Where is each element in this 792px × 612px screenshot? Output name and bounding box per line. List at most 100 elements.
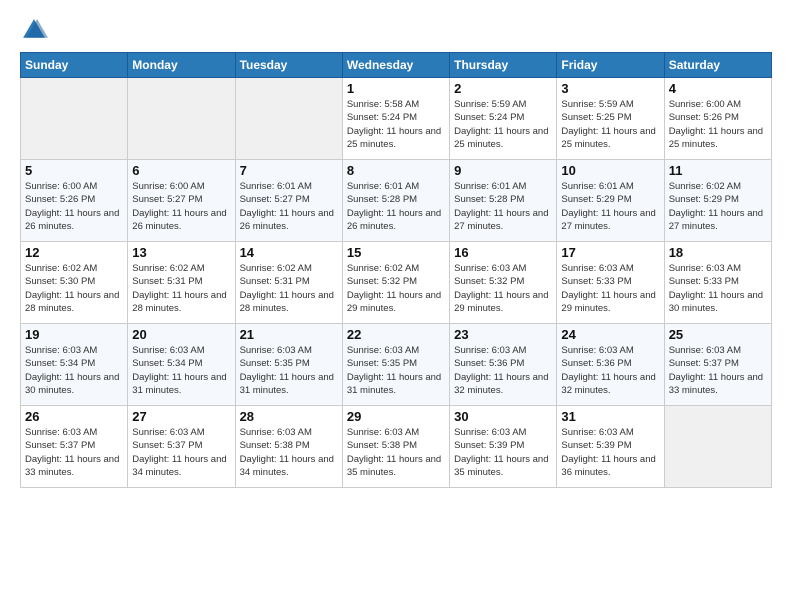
day-number: 6 bbox=[132, 163, 230, 178]
day-number: 15 bbox=[347, 245, 445, 260]
week-row-3: 12 Sunrise: 6:02 AM Sunset: 5:30 PM Dayli… bbox=[21, 242, 772, 324]
day-number: 26 bbox=[25, 409, 123, 424]
day-info: Sunrise: 6:03 AM Sunset: 5:36 PM Dayligh… bbox=[454, 344, 552, 397]
weekday-thursday: Thursday bbox=[450, 53, 557, 78]
day-info: Sunrise: 6:01 AM Sunset: 5:29 PM Dayligh… bbox=[561, 180, 659, 233]
day-number: 9 bbox=[454, 163, 552, 178]
page: SundayMondayTuesdayWednesdayThursdayFrid… bbox=[0, 0, 792, 612]
day-number: 25 bbox=[669, 327, 767, 342]
day-info: Sunrise: 6:02 AM Sunset: 5:32 PM Dayligh… bbox=[347, 262, 445, 315]
calendar-cell bbox=[664, 406, 771, 488]
day-number: 23 bbox=[454, 327, 552, 342]
weekday-header-row: SundayMondayTuesdayWednesdayThursdayFrid… bbox=[21, 53, 772, 78]
day-info: Sunrise: 6:00 AM Sunset: 5:26 PM Dayligh… bbox=[25, 180, 123, 233]
logo-icon bbox=[20, 16, 48, 44]
calendar-cell: 29Sunrise: 6:03 AM Sunset: 5:38 PM Dayli… bbox=[342, 406, 449, 488]
week-row-4: 19Sunrise: 6:03 AM Sunset: 5:34 PM Dayli… bbox=[21, 324, 772, 406]
day-info: Sunrise: 6:03 AM Sunset: 5:39 PM Dayligh… bbox=[561, 426, 659, 479]
day-info: Sunrise: 6:03 AM Sunset: 5:33 PM Dayligh… bbox=[561, 262, 659, 315]
calendar-cell: 6 Sunrise: 6:00 AM Sunset: 5:27 PM Daylig… bbox=[128, 160, 235, 242]
day-number: 7 bbox=[240, 163, 338, 178]
day-info: Sunrise: 6:03 AM Sunset: 5:34 PM Dayligh… bbox=[25, 344, 123, 397]
day-info: Sunrise: 6:03 AM Sunset: 5:37 PM Dayligh… bbox=[132, 426, 230, 479]
day-number: 30 bbox=[454, 409, 552, 424]
day-number: 4 bbox=[669, 81, 767, 96]
day-number: 21 bbox=[240, 327, 338, 342]
day-info: Sunrise: 6:03 AM Sunset: 5:32 PM Dayligh… bbox=[454, 262, 552, 315]
day-info: Sunrise: 6:01 AM Sunset: 5:28 PM Dayligh… bbox=[454, 180, 552, 233]
calendar-cell: 16 Sunrise: 6:03 AM Sunset: 5:32 PM Dayli… bbox=[450, 242, 557, 324]
calendar-cell: 13 Sunrise: 6:02 AM Sunset: 5:31 PM Dayli… bbox=[128, 242, 235, 324]
day-number: 5 bbox=[25, 163, 123, 178]
calendar-cell: 22 Sunrise: 6:03 AM Sunset: 5:35 PM Dayli… bbox=[342, 324, 449, 406]
day-info: Sunrise: 6:03 AM Sunset: 5:39 PM Dayligh… bbox=[454, 426, 552, 479]
weekday-wednesday: Wednesday bbox=[342, 53, 449, 78]
day-info: Sunrise: 6:03 AM Sunset: 5:35 PM Dayligh… bbox=[347, 344, 445, 397]
calendar-cell: 25 Sunrise: 6:03 AM Sunset: 5:37 PM Dayli… bbox=[664, 324, 771, 406]
calendar-cell: 7 Sunrise: 6:01 AM Sunset: 5:27 PM Daylig… bbox=[235, 160, 342, 242]
day-number: 14 bbox=[240, 245, 338, 260]
calendar-cell bbox=[128, 78, 235, 160]
calendar-cell: 3 Sunrise: 5:59 AM Sunset: 5:25 PM Daylig… bbox=[557, 78, 664, 160]
weekday-saturday: Saturday bbox=[664, 53, 771, 78]
day-number: 31 bbox=[561, 409, 659, 424]
calendar-cell: 9 Sunrise: 6:01 AM Sunset: 5:28 PM Daylig… bbox=[450, 160, 557, 242]
calendar-cell: 17Sunrise: 6:03 AM Sunset: 5:33 PM Dayli… bbox=[557, 242, 664, 324]
day-number: 13 bbox=[132, 245, 230, 260]
calendar-cell: 23 Sunrise: 6:03 AM Sunset: 5:36 PM Dayli… bbox=[450, 324, 557, 406]
day-info: Sunrise: 6:03 AM Sunset: 5:37 PM Dayligh… bbox=[669, 344, 767, 397]
calendar-cell: 14 Sunrise: 6:02 AM Sunset: 5:31 PM Dayli… bbox=[235, 242, 342, 324]
day-number: 12 bbox=[25, 245, 123, 260]
header bbox=[20, 16, 772, 44]
calendar-cell: 18 Sunrise: 6:03 AM Sunset: 5:33 PM Dayli… bbox=[664, 242, 771, 324]
calendar-cell: 10Sunrise: 6:01 AM Sunset: 5:29 PM Dayli… bbox=[557, 160, 664, 242]
day-info: Sunrise: 6:02 AM Sunset: 5:31 PM Dayligh… bbox=[132, 262, 230, 315]
day-info: Sunrise: 6:03 AM Sunset: 5:38 PM Dayligh… bbox=[240, 426, 338, 479]
calendar-cell: 21Sunrise: 6:03 AM Sunset: 5:35 PM Dayli… bbox=[235, 324, 342, 406]
day-number: 1 bbox=[347, 81, 445, 96]
day-number: 8 bbox=[347, 163, 445, 178]
day-info: Sunrise: 6:03 AM Sunset: 5:37 PM Dayligh… bbox=[25, 426, 123, 479]
weekday-tuesday: Tuesday bbox=[235, 53, 342, 78]
weekday-monday: Monday bbox=[128, 53, 235, 78]
day-number: 16 bbox=[454, 245, 552, 260]
calendar-cell: 2Sunrise: 5:59 AM Sunset: 5:24 PM Daylig… bbox=[450, 78, 557, 160]
day-info: Sunrise: 6:03 AM Sunset: 5:34 PM Dayligh… bbox=[132, 344, 230, 397]
day-info: Sunrise: 5:59 AM Sunset: 5:25 PM Dayligh… bbox=[561, 98, 659, 151]
day-info: Sunrise: 5:59 AM Sunset: 5:24 PM Dayligh… bbox=[454, 98, 552, 151]
calendar-cell: 19Sunrise: 6:03 AM Sunset: 5:34 PM Dayli… bbox=[21, 324, 128, 406]
calendar-cell: 11 Sunrise: 6:02 AM Sunset: 5:29 PM Dayli… bbox=[664, 160, 771, 242]
calendar-cell: 30 Sunrise: 6:03 AM Sunset: 5:39 PM Dayli… bbox=[450, 406, 557, 488]
calendar-cell bbox=[21, 78, 128, 160]
calendar-cell: 4 Sunrise: 6:00 AM Sunset: 5:26 PM Daylig… bbox=[664, 78, 771, 160]
logo bbox=[20, 16, 52, 44]
day-number: 11 bbox=[669, 163, 767, 178]
day-number: 3 bbox=[561, 81, 659, 96]
calendar-cell: 27 Sunrise: 6:03 AM Sunset: 5:37 PM Dayli… bbox=[128, 406, 235, 488]
day-info: Sunrise: 6:02 AM Sunset: 5:31 PM Dayligh… bbox=[240, 262, 338, 315]
day-info: Sunrise: 6:02 AM Sunset: 5:30 PM Dayligh… bbox=[25, 262, 123, 315]
week-row-1: 1Sunrise: 5:58 AM Sunset: 5:24 PM Daylig… bbox=[21, 78, 772, 160]
weekday-friday: Friday bbox=[557, 53, 664, 78]
day-info: Sunrise: 6:01 AM Sunset: 5:27 PM Dayligh… bbox=[240, 180, 338, 233]
day-info: Sunrise: 6:03 AM Sunset: 5:33 PM Dayligh… bbox=[669, 262, 767, 315]
day-info: Sunrise: 6:02 AM Sunset: 5:29 PM Dayligh… bbox=[669, 180, 767, 233]
day-info: Sunrise: 6:00 AM Sunset: 5:26 PM Dayligh… bbox=[669, 98, 767, 151]
calendar-cell: 24 Sunrise: 6:03 AM Sunset: 5:36 PM Dayli… bbox=[557, 324, 664, 406]
day-number: 22 bbox=[347, 327, 445, 342]
week-row-2: 5 Sunrise: 6:00 AM Sunset: 5:26 PM Daylig… bbox=[21, 160, 772, 242]
calendar-cell: 20Sunrise: 6:03 AM Sunset: 5:34 PM Dayli… bbox=[128, 324, 235, 406]
day-number: 24 bbox=[561, 327, 659, 342]
calendar: SundayMondayTuesdayWednesdayThursdayFrid… bbox=[20, 52, 772, 488]
calendar-cell: 28 Sunrise: 6:03 AM Sunset: 5:38 PM Dayli… bbox=[235, 406, 342, 488]
day-info: Sunrise: 6:03 AM Sunset: 5:36 PM Dayligh… bbox=[561, 344, 659, 397]
day-info: Sunrise: 6:01 AM Sunset: 5:28 PM Dayligh… bbox=[347, 180, 445, 233]
calendar-cell bbox=[235, 78, 342, 160]
day-number: 28 bbox=[240, 409, 338, 424]
day-number: 27 bbox=[132, 409, 230, 424]
day-number: 29 bbox=[347, 409, 445, 424]
calendar-cell: 12 Sunrise: 6:02 AM Sunset: 5:30 PM Dayli… bbox=[21, 242, 128, 324]
calendar-cell: 15 Sunrise: 6:02 AM Sunset: 5:32 PM Dayli… bbox=[342, 242, 449, 324]
day-info: Sunrise: 6:00 AM Sunset: 5:27 PM Dayligh… bbox=[132, 180, 230, 233]
day-number: 18 bbox=[669, 245, 767, 260]
